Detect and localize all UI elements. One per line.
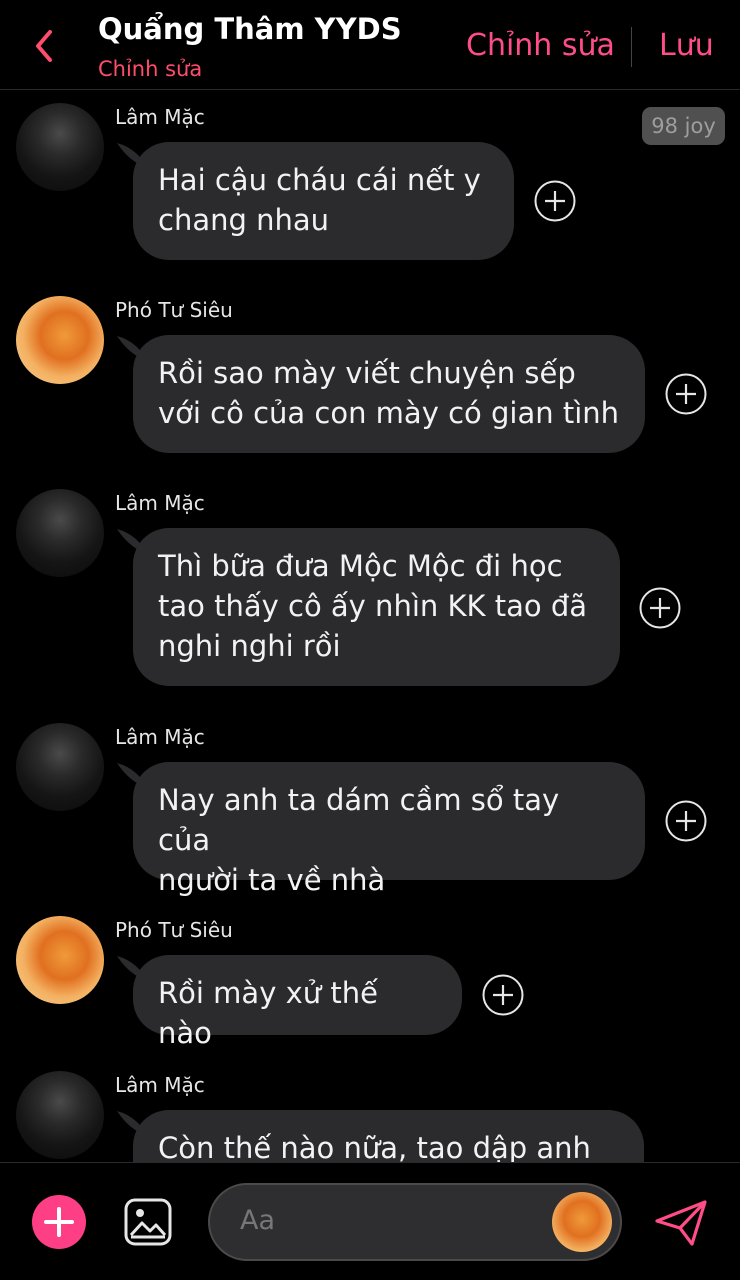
composer-bar: Aa <box>0 1162 740 1280</box>
chat-header: Quẩng Thâm YYDS Chỉnh sửa Chỉnh sửa Lưu <box>0 0 740 90</box>
sender-name: Lâm Mặc <box>115 1073 205 1097</box>
avatar[interactable] <box>16 916 104 1004</box>
message-line: Nay anh ta dám cầm sổ tay của <box>158 783 560 857</box>
sender-name: Lâm Mặc <box>115 105 205 129</box>
chat-subtitle[interactable]: Chỉnh sửa <box>98 57 202 81</box>
plus-circle-icon[interactable] <box>534 180 576 222</box>
avatar[interactable] <box>16 723 104 811</box>
avatar[interactable] <box>552 1192 612 1252</box>
avatar[interactable] <box>16 1071 104 1159</box>
message-bubble[interactable]: Còn thế nào nữa, tao dập anh <box>133 1110 644 1162</box>
plus-circle-icon[interactable] <box>482 974 524 1016</box>
message-bubble[interactable]: Hai cậu cháu cái nết y chang nhau <box>133 142 514 260</box>
sender-name: Phó Tư Siêu <box>115 298 233 322</box>
message-line: Thì bữa đưa Mộc Mộc đi học <box>158 549 563 583</box>
message-line: Còn thế nào nữa, tao dập anh <box>158 1131 591 1162</box>
plus-circle-icon[interactable] <box>665 800 707 842</box>
edit-button[interactable]: Chỉnh sửa <box>466 28 615 63</box>
image-icon[interactable] <box>123 1197 173 1247</box>
message-input[interactable]: Aa <box>208 1183 622 1261</box>
avatar[interactable] <box>16 489 104 577</box>
message-line: nghi nghi rồi <box>158 629 341 663</box>
send-icon[interactable] <box>654 1199 708 1247</box>
message-line: Rồi sao mày viết chuyện sếp <box>158 356 576 390</box>
add-button[interactable] <box>32 1195 86 1249</box>
joy-badge: 98 joy <box>642 107 725 145</box>
message-bubble[interactable]: Nay anh ta dám cầm sổ tay của người ta v… <box>133 762 645 897</box>
message-line: chang nhau <box>158 203 330 237</box>
input-placeholder: Aa <box>240 1205 276 1236</box>
message-line: tao thấy cô ấy nhìn KK tao đã <box>158 589 588 623</box>
header-divider <box>631 27 632 67</box>
sender-name: Lâm Mặc <box>115 491 205 515</box>
message-bubble[interactable]: Rồi mày xử thế nào <box>133 955 462 1050</box>
message-bubble[interactable]: Rồi sao mày viết chuyện sếp với cô của c… <box>133 335 645 453</box>
avatar[interactable] <box>16 296 104 384</box>
sender-name: Lâm Mặc <box>115 725 205 749</box>
message-line: người ta về nhà <box>158 863 386 897</box>
plus-circle-icon[interactable] <box>665 373 707 415</box>
chat-title: Quẩng Thâm YYDS <box>98 12 402 46</box>
message-line: Rồi mày xử thế nào <box>158 976 378 1050</box>
save-button[interactable]: Lưu <box>659 28 714 63</box>
avatar[interactable] <box>16 103 104 191</box>
message-list[interactable]: Lâm Mặc Hai cậu cháu cái nết y chang nha… <box>0 91 740 1162</box>
message-bubble[interactable]: Thì bữa đưa Mộc Mộc đi học tao thấy cô ấ… <box>133 528 620 686</box>
plus-circle-icon[interactable] <box>639 587 681 629</box>
message-line: với cô của con mày có gian tình <box>158 396 620 430</box>
sender-name: Phó Tư Siêu <box>115 918 233 942</box>
plus-icon <box>44 1207 74 1237</box>
chevron-left-icon[interactable] <box>28 26 62 66</box>
message-line: Hai cậu cháu cái nết y <box>158 163 481 197</box>
